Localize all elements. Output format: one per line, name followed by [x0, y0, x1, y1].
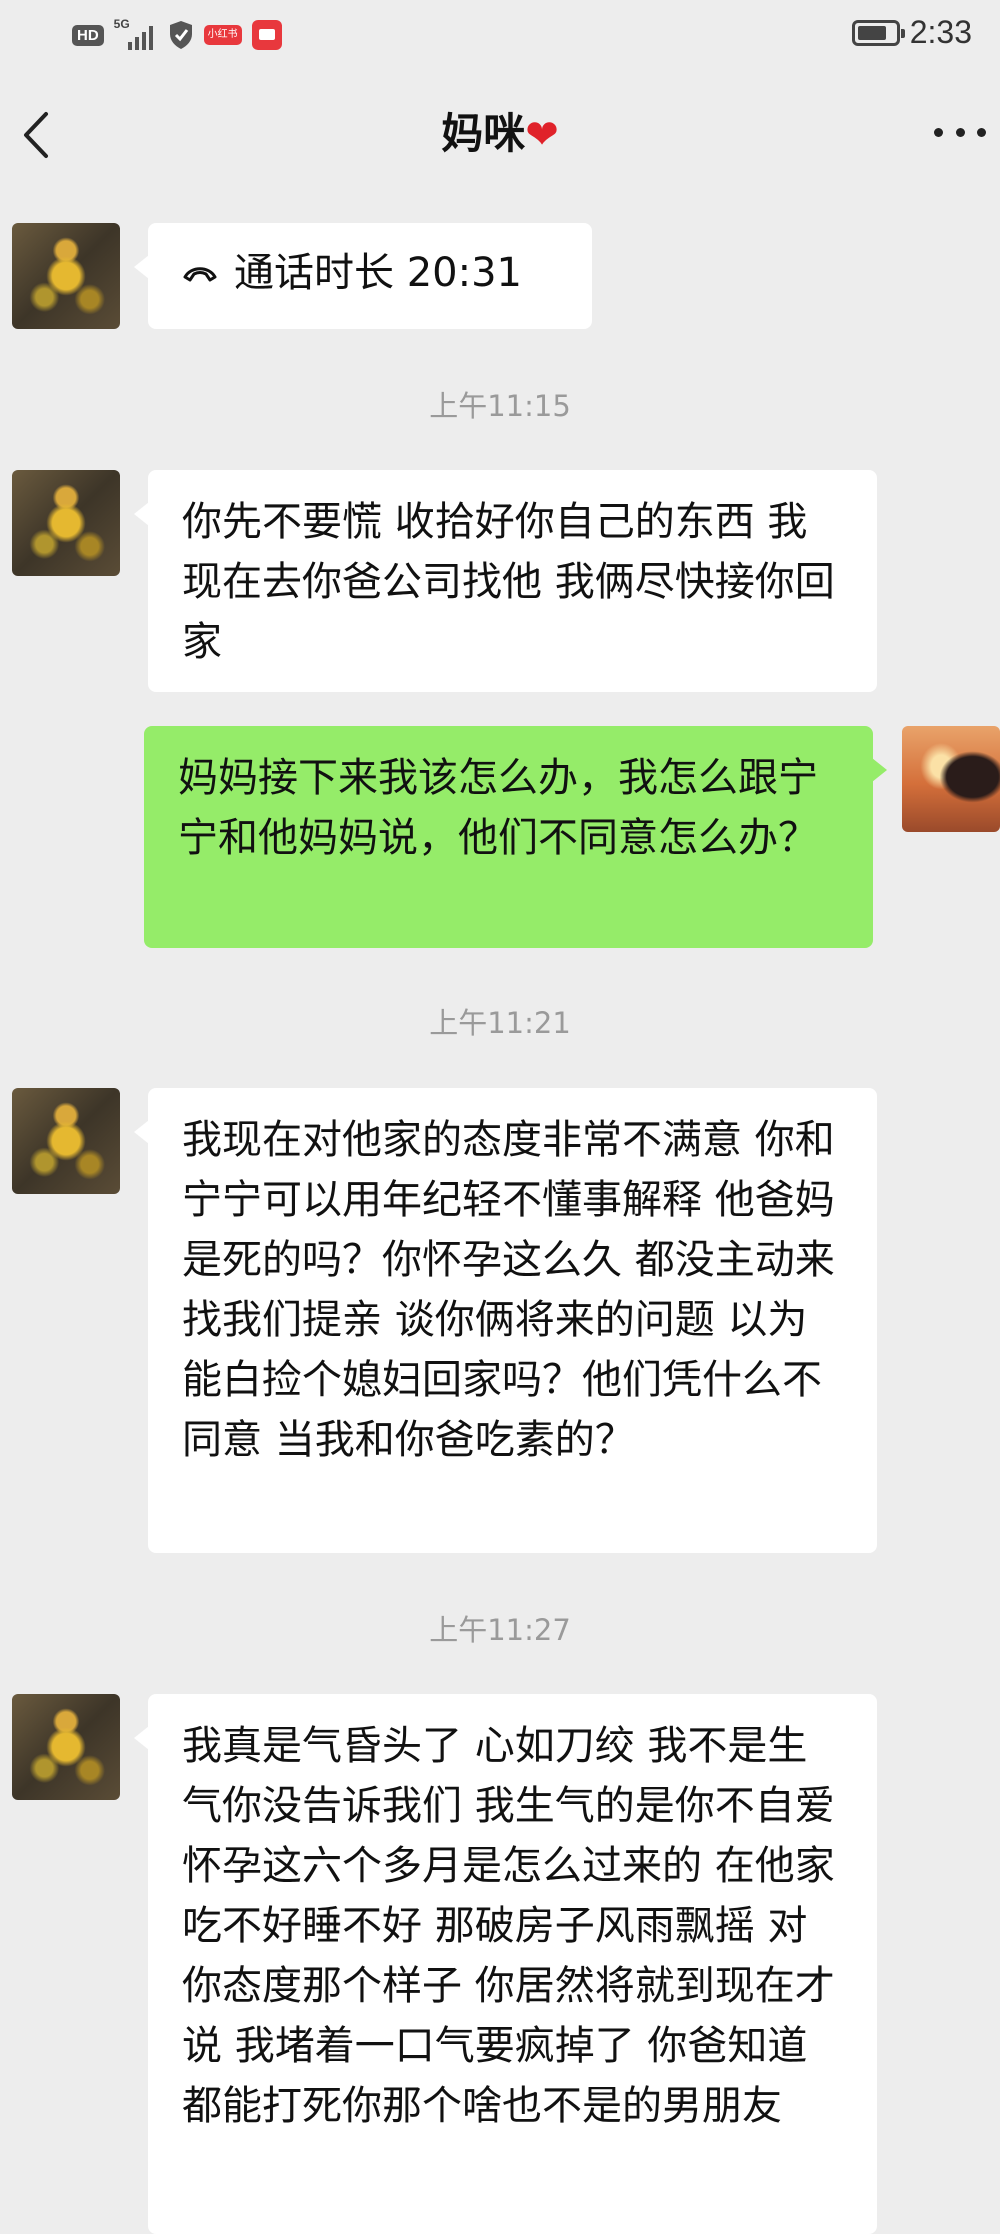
shield-icon: [169, 21, 192, 49]
phone-hangup-icon: [183, 267, 217, 282]
status-bar: HD 5G 小红书 2:33: [0, 0, 1000, 70]
status-icons-left: HD 5G 小红书: [72, 18, 282, 52]
call-record-bubble[interactable]: 通话时长 20:31: [134, 223, 592, 329]
battery-icon: [851, 19, 905, 46]
status-icons-right: 2:33: [851, 14, 972, 51]
signal-icon: 5G: [114, 18, 158, 52]
hd-icon: HD: [72, 24, 104, 46]
chat-title: 妈咪❤: [0, 100, 1000, 161]
xiaohongshu-icon: 小红书: [203, 25, 242, 45]
status-time: 2:33: [909, 14, 972, 50]
heart-emoji: ❤: [525, 112, 559, 158]
more-icon[interactable]: [934, 122, 986, 142]
call-duration-text: 通话时长 20:31: [234, 250, 522, 296]
contact-avatar[interactable]: [12, 223, 120, 329]
message-bubble[interactable]: 我真是气昏头了 心如刀绞 我不是生气你没告诉我们 我生气的是你不自爱 怀孕这六个…: [134, 1694, 877, 2234]
message-bubble-self[interactable]: 妈妈接下来我该怎么办，我怎么跟宁宁和他妈妈说，他们不同意怎么办？: [144, 726, 887, 948]
chat-header: 妈咪❤: [0, 70, 1000, 198]
message-timestamp: 上午11:21: [429, 1006, 571, 1040]
contact-avatar[interactable]: [12, 1694, 120, 1800]
notification-app-icon: [251, 20, 282, 50]
message-timestamp: 上午11:27: [429, 1613, 571, 1647]
message-timestamp: 上午11:15: [429, 389, 571, 423]
contact-avatar[interactable]: [12, 470, 120, 576]
self-avatar[interactable]: [902, 726, 1000, 832]
contact-name: 妈咪: [441, 109, 526, 158]
contact-avatar[interactable]: [12, 1088, 120, 1194]
message-bubble[interactable]: 我现在对他家的态度非常不满意 你和宁宁可以用年纪轻不懂事解释 他爸妈是死的吗？你…: [134, 1088, 877, 1553]
message-bubble[interactable]: 你先不要慌 收拾好你自己的东西 我现在去你爸公司找他 我俩尽快接你回家: [134, 470, 877, 692]
